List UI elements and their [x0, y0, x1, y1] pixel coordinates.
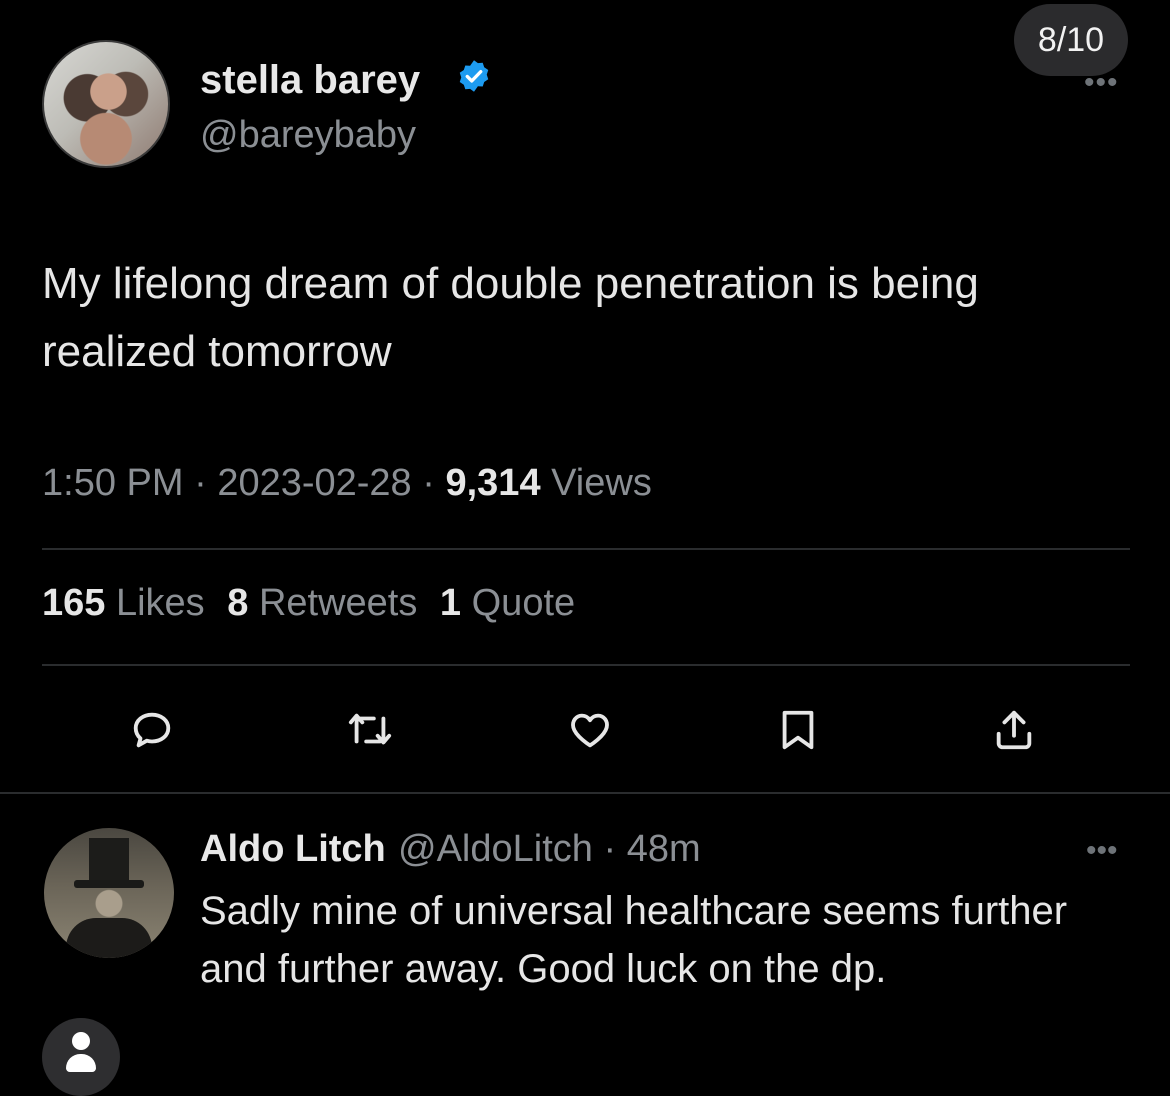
tweet-meta: 1:50 PM · 2023-02-28 · 9,314 Views [42, 462, 652, 505]
reply-text: Sadly mine of universal healthcare seems… [200, 889, 1068, 991]
reply-handle-time: @AldoLitch · 48m [398, 828, 701, 871]
quotes-label: Quote [471, 582, 576, 624]
likes-count: 165 [42, 582, 106, 624]
author-handle[interactable]: @bareybaby [200, 114, 416, 157]
verified-badge-icon [459, 60, 489, 92]
user-profile-icon[interactable] [42, 1018, 120, 1096]
divider [0, 792, 1170, 794]
likes-stat[interactable]: 165 Likes [42, 582, 205, 624]
meta-separator: · [194, 462, 218, 504]
bookmark-button[interactable] [768, 700, 828, 760]
user-icon-head [72, 1032, 90, 1050]
tophat-brim [74, 880, 144, 888]
like-icon [571, 713, 609, 748]
quotes-stat[interactable]: 1 Quote [440, 582, 575, 624]
reply-author-avatar[interactable] [44, 828, 174, 958]
share-button[interactable] [984, 700, 1044, 760]
more-options-icon[interactable]: ••• [1084, 66, 1119, 100]
author-avatar[interactable] [42, 40, 170, 168]
tophat-crown [89, 838, 129, 884]
retweets-stat[interactable]: 8 Retweets [227, 582, 417, 624]
divider [42, 664, 1130, 666]
bookmark-icon [782, 710, 814, 750]
retweet-button[interactable] [340, 700, 400, 760]
like-button[interactable] [560, 700, 620, 760]
tweet-time[interactable]: 1:50 PM [42, 462, 184, 504]
divider [42, 548, 1130, 550]
reply-separator: · [592, 828, 627, 870]
reply-time[interactable]: 48m [627, 828, 701, 870]
retweets-label: Retweets [258, 582, 418, 624]
retweet-icon [348, 713, 392, 745]
share-icon [996, 710, 1032, 750]
views-count: 9,314 [445, 462, 541, 504]
views-label: Views [551, 462, 652, 504]
author-display-name[interactable]: stella barey [200, 58, 420, 103]
tweet-date[interactable]: 2023-02-28 [217, 462, 411, 504]
reply-more-options-icon[interactable]: ••• [1086, 834, 1118, 868]
user-icon-shoulders [66, 1054, 96, 1072]
reply-handle[interactable]: @AldoLitch [398, 828, 593, 870]
reply-button[interactable] [122, 700, 182, 760]
reply-icon [133, 712, 171, 748]
avatar-figure [66, 918, 152, 958]
reply-author-name[interactable]: Aldo Litch [200, 828, 386, 871]
meta-separator: · [422, 462, 446, 504]
likes-label: Likes [115, 582, 205, 624]
tweet-stats: 165 Likes 8 Retweets 1 Quote [42, 582, 587, 625]
retweets-count: 8 [227, 582, 249, 624]
tweet-text: My lifelong dream of double penetration … [42, 259, 979, 376]
quotes-count: 1 [439, 582, 462, 624]
